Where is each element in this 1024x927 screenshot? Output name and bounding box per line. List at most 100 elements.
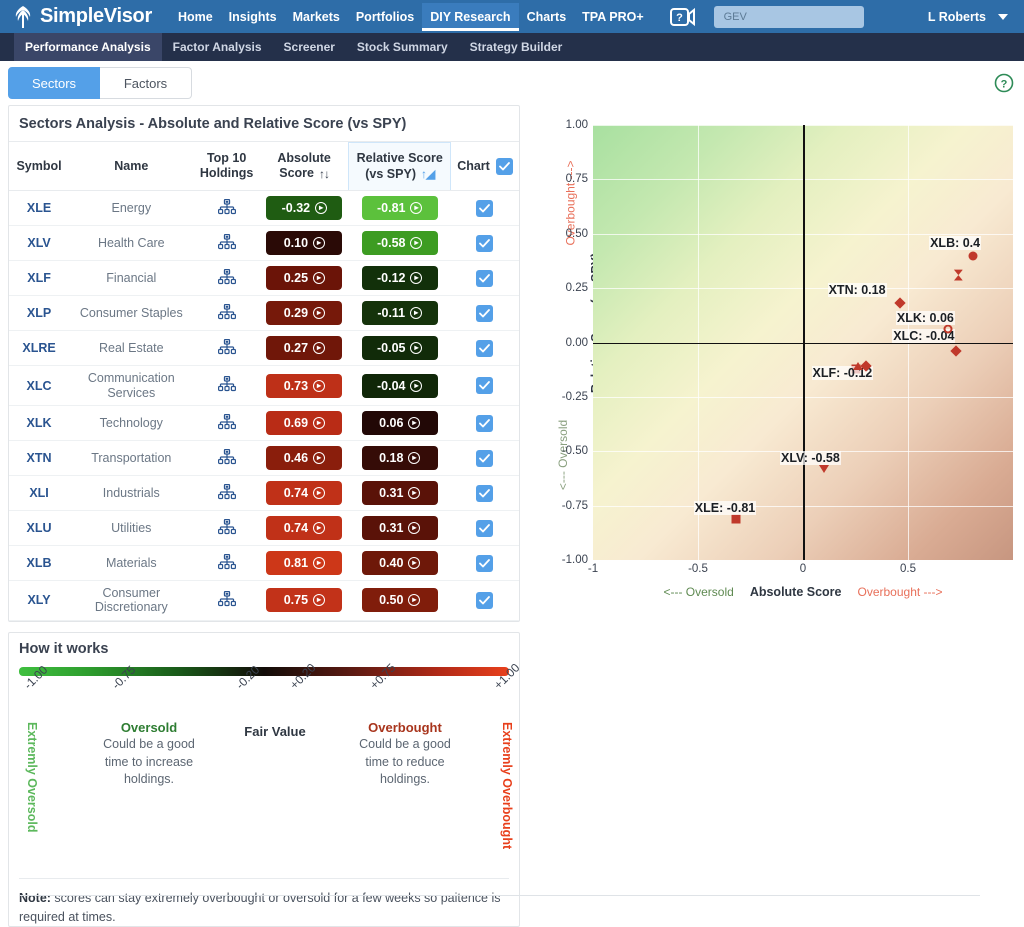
table-row[interactable]: XLF Financial 0.25 ▸ -0.12 ▸ [9,260,519,297]
absolute-score-badge[interactable]: 0.69 ▸ [266,411,343,435]
cell-top-holdings[interactable] [193,225,260,262]
relative-score-badge[interactable]: -0.11 ▸ [361,301,438,326]
cell-top-holdings[interactable] [193,330,260,367]
cell-relative-score[interactable]: 0.50 ▸ [348,580,451,621]
cell-absolute-score[interactable]: 0.81 ▸ [259,545,349,581]
cell-relative-score[interactable]: 0.06 ▸ [348,405,451,441]
cell-absolute-score[interactable]: 0.69 ▸ [259,405,349,441]
relative-score-badge[interactable]: -0.81 ▸ [361,196,438,221]
cell-absolute-score[interactable]: 0.74 ▸ [259,475,349,511]
absolute-score-badge[interactable]: 0.27 ▸ [266,336,343,361]
subnav-item-screener[interactable]: Screener [273,33,346,61]
cell-chart-toggle[interactable] [450,475,519,511]
column-header-absolute-score[interactable]: Absolute Score ↑↓ [259,142,349,192]
cell-chart-toggle[interactable] [450,580,519,621]
table-row[interactable]: XTN Transportation 0.46 ▸ 0.18 ▸ [9,440,519,476]
cell-absolute-score[interactable]: 0.10 ▸ [259,225,349,262]
cell-chart-toggle[interactable] [450,330,519,367]
hierarchy-icon[interactable] [217,338,236,358]
cell-symbol[interactable]: XLP [9,295,70,332]
absolute-score-badge[interactable]: 0.74 ▸ [266,516,343,540]
subnav-item-factor-analysis[interactable]: Factor Analysis [162,33,273,61]
cell-relative-score[interactable]: -0.81 ▸ [348,190,451,227]
cell-top-holdings[interactable] [193,190,260,227]
data-point-xlc[interactable] [950,345,962,357]
chart-row-checkbox[interactable] [476,519,494,537]
cell-symbol[interactable]: XLI [9,475,70,511]
table-row[interactable]: XLC Communication Services 0.73 ▸ -0.04 ▸ [9,365,519,406]
column-header-name[interactable]: Name [69,142,194,192]
chart-row-checkbox[interactable] [476,339,494,357]
cell-top-holdings[interactable] [193,260,260,297]
table-row[interactable]: XLE Energy -0.32 ▸ -0.81 ▸ [9,190,519,227]
cell-relative-score[interactable]: -0.11 ▸ [348,295,451,332]
sort-asc-icon[interactable]: ↑◢ [421,167,435,182]
relative-score-badge[interactable]: 0.31 ▸ [361,481,438,505]
nav-link-markets[interactable]: Markets [285,3,348,31]
question-circle-icon[interactable]: ? [994,73,1014,93]
relative-score-badge[interactable]: 0.40 ▸ [361,551,438,575]
table-row[interactable]: XLRE Real Estate 0.27 ▸ -0.05 ▸ [9,330,519,367]
hierarchy-icon[interactable] [217,518,236,538]
chart-row-checkbox[interactable] [476,304,494,322]
cell-symbol[interactable]: XLV [9,225,70,262]
chart-row-checkbox[interactable] [476,554,494,572]
table-row[interactable]: XLV Health Care 0.10 ▸ -0.58 ▸ [9,225,519,262]
cell-relative-score[interactable]: -0.04 ▸ [348,365,451,406]
hierarchy-icon[interactable] [217,268,236,288]
column-header-top-holdings[interactable]: Top 10 Holdings [193,142,260,192]
hierarchy-icon[interactable] [217,448,236,468]
relative-score-badge[interactable]: 0.18 ▸ [361,446,438,470]
cell-relative-score[interactable]: 0.40 ▸ [348,545,451,581]
cell-absolute-score[interactable]: 0.27 ▸ [259,330,349,367]
subnav-item-performance-analysis[interactable]: Performance Analysis [14,33,162,61]
absolute-score-badge[interactable]: 0.75 ▸ [266,588,343,613]
cell-symbol[interactable]: XLF [9,260,70,297]
nav-link-insights[interactable]: Insights [221,3,285,31]
nav-link-tpa-pro[interactable]: TPA PRO+ [574,3,651,31]
data-point-xlb[interactable] [968,251,978,260]
hierarchy-icon[interactable] [217,198,236,218]
cell-chart-toggle[interactable] [450,405,519,441]
chart-row-checkbox[interactable] [476,449,494,467]
video-help-icon[interactable]: ? [666,7,700,27]
cell-symbol[interactable]: XTN [9,440,70,476]
absolute-score-badge[interactable]: 0.10 ▸ [266,231,343,256]
relative-score-badge[interactable]: 0.50 ▸ [361,588,438,613]
cell-symbol[interactable]: XLY [9,580,70,621]
cell-absolute-score[interactable]: 0.75 ▸ [259,580,349,621]
nav-link-home[interactable]: Home [170,3,221,31]
absolute-score-badge[interactable]: -0.32 ▸ [266,196,343,221]
cell-chart-toggle[interactable] [450,365,519,406]
cell-top-holdings[interactable] [193,510,260,546]
relative-score-badge[interactable]: -0.05 ▸ [361,336,438,361]
plot-area[interactable]: XLE: -0.81 XLV: -0.58 XLF: -0.12 XLC: -0.04… [593,125,1013,560]
subnav-item-strategy-builder[interactable]: Strategy Builder [459,33,574,61]
hierarchy-icon[interactable] [217,590,236,610]
cell-absolute-score[interactable]: 0.73 ▸ [259,365,349,406]
hierarchy-icon[interactable] [217,303,236,323]
cell-relative-score[interactable]: 0.31 ▸ [348,475,451,511]
cell-absolute-score[interactable]: 0.46 ▸ [259,440,349,476]
search-input[interactable]: GEV [713,5,864,28]
cell-chart-toggle[interactable] [450,545,519,581]
absolute-score-badge[interactable]: 0.29 ▸ [266,301,343,326]
cell-top-holdings[interactable] [193,475,260,511]
chart-row-checkbox[interactable] [476,484,494,502]
column-header-symbol[interactable]: Symbol [9,142,70,192]
table-row[interactable]: XLU Utilities 0.74 ▸ 0.31 ▸ [9,510,519,546]
cell-relative-score[interactable]: -0.12 ▸ [348,260,451,297]
cell-chart-toggle[interactable] [450,260,519,297]
tab-factors[interactable]: Factors [100,67,192,99]
cell-absolute-score[interactable]: -0.32 ▸ [259,190,349,227]
data-point-xli[interactable] [953,269,963,281]
chart-select-all-checkbox[interactable] [495,157,513,175]
data-point-xle[interactable] [731,514,741,524]
cell-chart-toggle[interactable] [450,225,519,262]
cell-chart-toggle[interactable] [450,190,519,227]
cell-symbol[interactable]: XLB [9,545,70,581]
subnav-item-stock-summary[interactable]: Stock Summary [346,33,459,61]
relative-score-badge[interactable]: -0.04 ▸ [361,373,438,398]
chart-row-checkbox[interactable] [476,591,494,609]
tab-sectors[interactable]: Sectors [8,67,100,99]
